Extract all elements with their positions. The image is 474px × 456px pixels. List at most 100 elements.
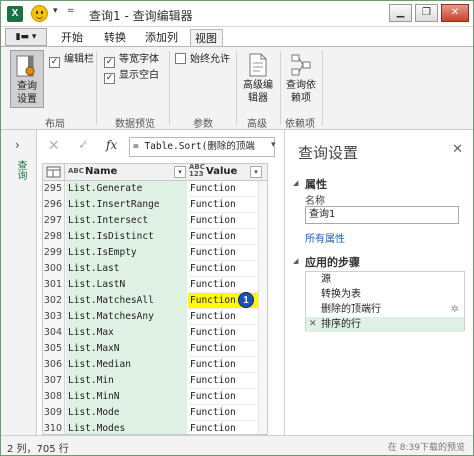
- table-row[interactable]: 307 List.Min Function: [43, 373, 267, 389]
- table-row[interactable]: 296 List.InsertRange Function: [43, 197, 267, 213]
- query-dependencies-button[interactable]: 查询依 赖项: [282, 50, 320, 108]
- text-type-icon[interactable]: ABC: [68, 167, 84, 175]
- value-cell[interactable]: Function: [188, 197, 258, 213]
- row-number[interactable]: 297: [43, 213, 65, 229]
- name-cell[interactable]: List.IsEmpty: [66, 245, 187, 261]
- value-cell[interactable]: Function: [188, 325, 258, 341]
- tab-home[interactable]: 开始: [57, 29, 87, 47]
- table-row[interactable]: 302 List.MatchesAll Function: [43, 293, 267, 309]
- expand-queries-chevron-icon[interactable]: ›: [15, 138, 20, 152]
- name-cell[interactable]: List.Mode: [66, 405, 187, 421]
- value-cell[interactable]: Function: [188, 421, 258, 434]
- file-menu-button[interactable]: ▮▬ ▾: [5, 28, 47, 46]
- always-allow-checkbox[interactable]: 始终允许: [175, 53, 230, 67]
- delete-step-icon[interactable]: ✕: [309, 317, 317, 332]
- name-cell[interactable]: List.LastN: [66, 277, 187, 293]
- value-filter-dropdown-icon[interactable]: ▾: [250, 166, 262, 178]
- table-row[interactable]: 298 List.IsDistinct Function: [43, 229, 267, 245]
- advanced-editor-button[interactable]: 高级编 辑器: [239, 50, 277, 108]
- value-cell[interactable]: Function: [188, 389, 258, 405]
- row-number[interactable]: 302: [43, 293, 65, 309]
- name-cell[interactable]: List.Generate: [66, 181, 187, 197]
- row-number[interactable]: 307: [43, 373, 65, 389]
- name-cell[interactable]: List.InsertRange: [66, 197, 187, 213]
- step-sorted-rows[interactable]: ✕ 排序的行: [306, 317, 464, 332]
- table-row[interactable]: 300 List.Last Function: [43, 261, 267, 277]
- value-cell[interactable]: Function: [188, 309, 258, 325]
- query-settings-ribbon-button[interactable]: 查询 设置: [10, 50, 44, 108]
- table-row[interactable]: 299 List.IsEmpty Function: [43, 245, 267, 261]
- value-cell[interactable]: Function: [188, 357, 258, 373]
- table-row[interactable]: 305 List.MaxN Function: [43, 341, 267, 357]
- name-cell[interactable]: List.Min: [66, 373, 187, 389]
- row-number[interactable]: 308: [43, 389, 65, 405]
- quick-access-dropdown-icon[interactable]: ▾: [53, 6, 58, 16]
- name-cell[interactable]: List.MatchesAll: [66, 293, 187, 309]
- row-number[interactable]: 309: [43, 405, 65, 421]
- column-header-name[interactable]: ABCName: [68, 164, 117, 180]
- monospace-checkbox[interactable]: ✓ 等宽字体: [104, 53, 159, 68]
- row-number[interactable]: 300: [43, 261, 65, 277]
- grid-vertical-scrollbar[interactable]: [258, 181, 267, 434]
- name-cell[interactable]: List.MatchesAny: [66, 309, 187, 325]
- close-pane-icon[interactable]: ✕: [452, 142, 463, 157]
- value-cell[interactable]: Function: [188, 213, 258, 229]
- collapse-steps-icon[interactable]: ◢: [293, 257, 298, 265]
- step-source[interactable]: 源: [306, 272, 464, 287]
- excel-app-icon[interactable]: X: [7, 6, 23, 22]
- column-header-value[interactable]: ABC 123 Value: [189, 164, 237, 180]
- table-row[interactable]: 309 List.Mode Function: [43, 405, 267, 421]
- row-number[interactable]: 303: [43, 309, 65, 325]
- step-removed-top-rows[interactable]: 删除的顶端行 ✲: [306, 302, 464, 317]
- fx-icon[interactable]: fx: [106, 138, 117, 152]
- formula-input[interactable]: = Table.Sort(删除的顶端: [129, 137, 275, 157]
- value-cell[interactable]: Function: [188, 341, 258, 357]
- tab-add-column[interactable]: 添加列: [141, 29, 182, 47]
- quick-access-customize-icon[interactable]: =: [67, 6, 75, 16]
- step-convert-to-table[interactable]: 转换为表: [306, 287, 464, 302]
- table-row[interactable]: 306 List.Median Function: [43, 357, 267, 373]
- show-whitespace-checkbox[interactable]: ✓ 显示空白: [104, 69, 159, 84]
- name-cell[interactable]: List.Modes: [66, 421, 187, 434]
- value-cell[interactable]: Function: [188, 181, 258, 197]
- table-row[interactable]: 303 List.MatchesAny Function: [43, 309, 267, 325]
- name-cell[interactable]: List.Last: [66, 261, 187, 277]
- row-number[interactable]: 304: [43, 325, 65, 341]
- name-cell[interactable]: List.Median: [66, 357, 187, 373]
- queries-vertical-label[interactable]: 查询: [13, 160, 28, 180]
- value-cell[interactable]: Function: [188, 261, 258, 277]
- name-cell[interactable]: List.IsDistinct: [66, 229, 187, 245]
- name-cell[interactable]: List.MinN: [66, 389, 187, 405]
- smiley-feedback-icon[interactable]: [31, 5, 48, 22]
- collapse-properties-icon[interactable]: ◢: [293, 179, 298, 187]
- step-settings-gear-icon[interactable]: ✲: [451, 302, 459, 317]
- row-number[interactable]: 298: [43, 229, 65, 245]
- name-cell[interactable]: List.Intersect: [66, 213, 187, 229]
- row-number[interactable]: 306: [43, 357, 65, 373]
- row-number[interactable]: 296: [43, 197, 65, 213]
- row-number[interactable]: 295: [43, 181, 65, 197]
- table-row[interactable]: 297 List.Intersect Function: [43, 213, 267, 229]
- value-cell[interactable]: Function: [188, 277, 258, 293]
- confirm-formula-icon[interactable]: ✓: [78, 138, 89, 153]
- formula-bar-checkbox[interactable]: ✓ 编辑栏: [49, 53, 94, 68]
- value-cell[interactable]: Function: [188, 245, 258, 261]
- table-row[interactable]: 301 List.LastN Function: [43, 277, 267, 293]
- any-type-icon[interactable]: ABC 123: [189, 164, 205, 178]
- row-number[interactable]: 299: [43, 245, 65, 261]
- tab-view[interactable]: 视图: [190, 29, 223, 47]
- all-properties-link[interactable]: 所有属性: [305, 230, 345, 245]
- row-number[interactable]: 301: [43, 277, 65, 293]
- row-number[interactable]: 305: [43, 341, 65, 357]
- tab-transform[interactable]: 转换: [100, 29, 130, 47]
- maximize-button[interactable]: ❐: [415, 4, 438, 22]
- name-cell[interactable]: List.MaxN: [66, 341, 187, 357]
- cancel-formula-icon[interactable]: ✕: [48, 138, 60, 154]
- value-cell[interactable]: Function: [188, 405, 258, 421]
- table-row[interactable]: 310 List.Modes Function: [43, 421, 267, 434]
- value-cell[interactable]: Function: [188, 373, 258, 389]
- row-number[interactable]: 310: [43, 421, 65, 434]
- query-name-input[interactable]: 查询1: [305, 206, 459, 224]
- table-row[interactable]: 308 List.MinN Function: [43, 389, 267, 405]
- name-cell[interactable]: List.Max: [66, 325, 187, 341]
